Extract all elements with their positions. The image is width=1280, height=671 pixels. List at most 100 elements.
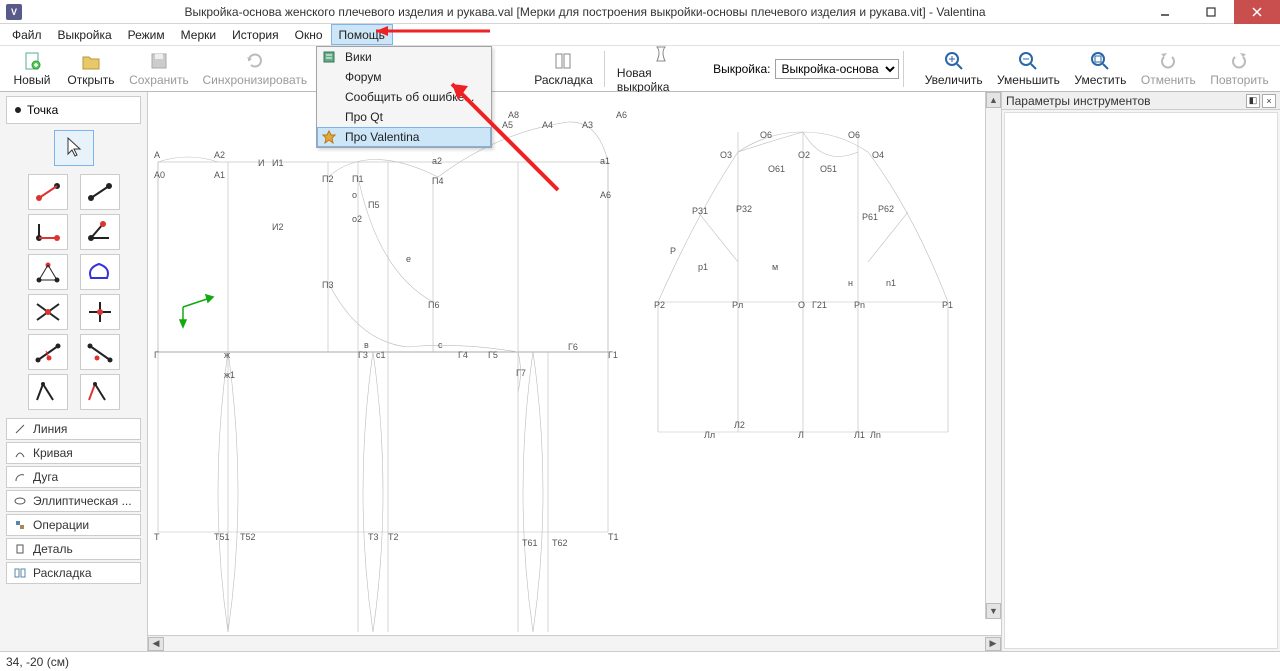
mode-header[interactable]: Точка — [6, 96, 141, 124]
svg-text:Т: Т — [154, 532, 160, 542]
open-button[interactable]: Открыть — [62, 48, 120, 89]
tool-cursor[interactable] — [54, 130, 94, 166]
menu-measurements[interactable]: Мерки — [173, 24, 224, 45]
toolbar-separator — [604, 51, 605, 87]
dropdown-label: Вики — [345, 50, 372, 64]
tool-shape-blue[interactable] — [80, 254, 120, 290]
svg-text:Р1: Р1 — [942, 300, 953, 310]
svg-text:А3: А3 — [582, 120, 593, 130]
svg-text:П1: П1 — [352, 174, 363, 184]
dropdown-label: Сообщить об ошибке... — [345, 90, 474, 104]
zoomin-button[interactable]: Увеличить — [919, 48, 987, 89]
svg-text:О51: О51 — [820, 164, 837, 174]
draw-operations[interactable]: Операции — [6, 514, 141, 536]
close-button[interactable] — [1234, 0, 1280, 24]
svg-text:А4: А4 — [542, 120, 553, 130]
ops-icon — [13, 518, 27, 532]
app-icon: V — [6, 4, 22, 20]
draw-arc[interactable]: Дуга — [6, 466, 141, 488]
scroll-right-icon[interactable]: ▶ — [985, 637, 1001, 651]
redo-icon — [1228, 50, 1250, 72]
panel-undock-button[interactable]: ◧ — [1246, 94, 1260, 108]
layout-icon — [552, 50, 574, 72]
tool-grid — [0, 126, 147, 414]
status-text: 34, -20 (см) — [6, 655, 69, 669]
save-icon — [148, 50, 170, 72]
tool-compass-2[interactable] — [80, 374, 120, 410]
svg-text:Рn: Рn — [854, 300, 865, 310]
help-about-valentina[interactable]: Про Valentina — [317, 127, 491, 147]
draw-line[interactable]: Линия — [6, 418, 141, 440]
menu-mode[interactable]: Режим — [120, 24, 173, 45]
sync-button[interactable]: Синхронизировать — [198, 48, 312, 89]
scroll-left-icon[interactable]: ◀ — [148, 637, 164, 651]
minimize-button[interactable] — [1142, 0, 1188, 24]
svg-text:А6: А6 — [600, 190, 611, 200]
zoomin-icon — [943, 50, 965, 72]
tool-line-black[interactable] — [80, 174, 120, 210]
pattern-svg: А А0 А1 А2 И И1 И2 ж ж1 Г Г3 Г4 Г5 Г6 Г1… — [148, 92, 984, 632]
layout-button[interactable]: Раскладка — [529, 48, 598, 89]
help-about-qt[interactable]: Про Qt — [317, 107, 491, 127]
vertical-scrollbar[interactable]: ▲ ▼ — [985, 92, 1001, 619]
fit-button[interactable]: Уместить — [1069, 48, 1132, 89]
svg-text:А1: А1 — [214, 170, 225, 180]
menu-pattern[interactable]: Выкройка — [50, 24, 120, 45]
svg-text:Т2: Т2 — [388, 532, 399, 542]
scroll-track[interactable] — [164, 637, 985, 651]
pattern-combo[interactable]: Выкройка-основа — [775, 59, 899, 79]
canvas-area: А А0 А1 А2 И И1 И2 ж ж1 Г Г3 Г4 Г5 Г6 Г1… — [148, 92, 1002, 651]
svg-text:Л1: Л1 — [854, 430, 865, 440]
draw-detail[interactable]: Деталь — [6, 538, 141, 560]
draw-curve[interactable]: Кривая — [6, 442, 141, 464]
scroll-up-icon[interactable]: ▲ — [986, 92, 1001, 108]
tool-compass-1[interactable] — [28, 374, 68, 410]
redo-button[interactable]: Повторить — [1205, 48, 1274, 89]
draw-label: Линия — [33, 422, 67, 436]
tool-intersect-1[interactable] — [28, 294, 68, 330]
new-pattern-button[interactable]: Новая выкройка — [611, 41, 711, 96]
main-row: Точка Линия Кривая Дуга Эллиптическая ..… — [0, 92, 1280, 651]
panel-close-button[interactable]: × — [1262, 94, 1276, 108]
svg-text:О6: О6 — [760, 130, 772, 140]
toolbar-label: Отменить — [1141, 73, 1196, 87]
svg-text:Г6: Г6 — [568, 342, 578, 352]
panel-title: Параметры инструментов — [1006, 94, 1151, 108]
menu-file[interactable]: Файл — [4, 24, 50, 45]
maximize-button[interactable] — [1188, 0, 1234, 24]
tool-perp-1[interactable] — [28, 334, 68, 370]
help-wiki[interactable]: Вики — [317, 47, 491, 67]
help-dropdown: Вики Форум Сообщить об ошибке... Про Qt … — [316, 46, 492, 148]
scroll-track[interactable] — [986, 108, 1001, 603]
window-title: Выкройка-основа женского плечевого издел… — [28, 5, 1142, 19]
svg-text:Г4: Г4 — [458, 350, 468, 360]
help-forum[interactable]: Форум — [317, 67, 491, 87]
scroll-down-icon[interactable]: ▼ — [986, 603, 1001, 619]
svg-text:П6: П6 — [428, 300, 439, 310]
new-button[interactable]: Новый — [6, 48, 58, 89]
tool-line-red[interactable] — [28, 174, 68, 210]
tool-angle-red[interactable] — [28, 214, 68, 250]
svg-text:А6: А6 — [616, 110, 627, 120]
toolbar-label: Повторить — [1210, 73, 1269, 87]
menu-window[interactable]: Окно — [287, 24, 331, 45]
save-button[interactable]: Сохранить — [124, 48, 194, 89]
tool-triangle[interactable] — [28, 254, 68, 290]
svg-text:Р61: Р61 — [862, 212, 878, 222]
horizontal-scrollbar[interactable]: ◀ ▶ — [148, 635, 1001, 651]
zoomout-button[interactable]: Уменьшить — [992, 48, 1065, 89]
help-report-bug[interactable]: Сообщить об ошибке... — [317, 87, 491, 107]
tool-perp-2[interactable] — [80, 334, 120, 370]
drawing-canvas[interactable]: А А0 А1 А2 И И1 И2 ж ж1 Г Г3 Г4 Г5 Г6 Г1… — [148, 92, 1001, 635]
dropdown-label: Про Qt — [345, 110, 383, 124]
toolbar-label: Открыть — [67, 73, 114, 87]
menu-help[interactable]: Помощь — [331, 24, 393, 45]
draw-ellipse[interactable]: Эллиптическая ... — [6, 490, 141, 512]
draw-label: Дуга — [33, 470, 58, 484]
tool-angle-split[interactable] — [80, 214, 120, 250]
menu-history[interactable]: История — [224, 24, 287, 45]
tool-intersect-2[interactable] — [80, 294, 120, 330]
draw-label: Деталь — [33, 542, 73, 556]
draw-layout[interactable]: Раскладка — [6, 562, 141, 584]
undo-button[interactable]: Отменить — [1136, 48, 1201, 89]
